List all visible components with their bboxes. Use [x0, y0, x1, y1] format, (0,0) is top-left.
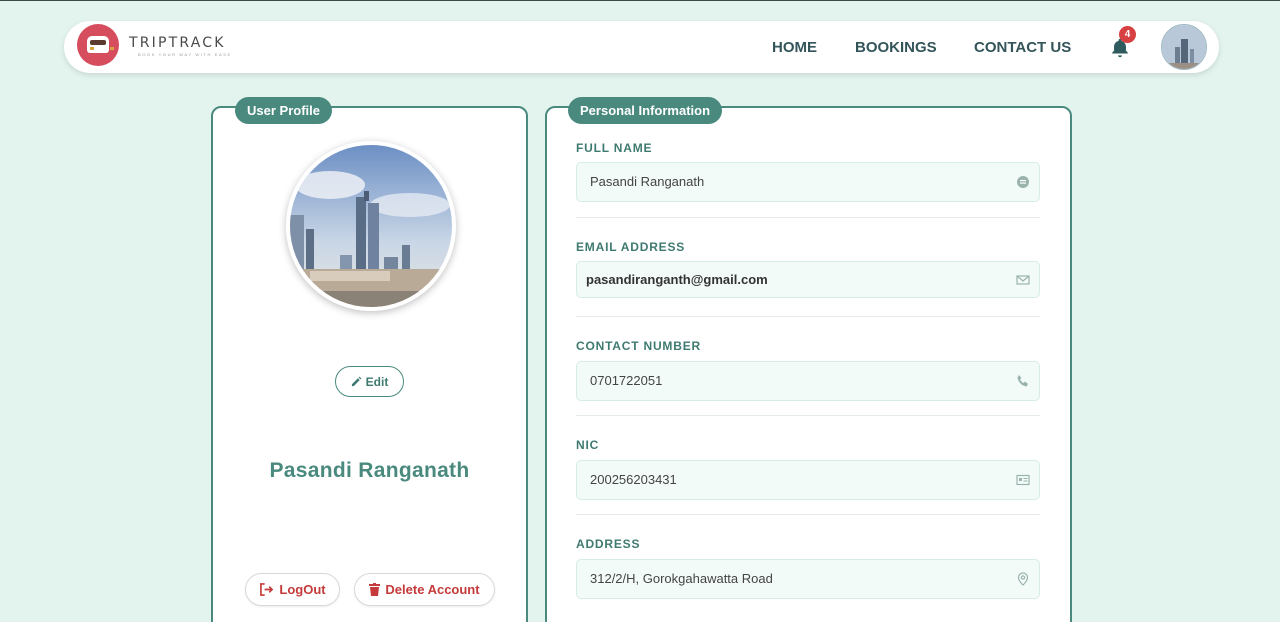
address-value: 312/2/H, Gorokgahawatta Road: [590, 571, 773, 586]
user-profile-tab: User Profile: [235, 97, 332, 124]
email-value: pasandiranganth@gmail.com: [586, 272, 768, 287]
nic-value: 200256203431: [590, 472, 677, 487]
logout-label: LogOut: [279, 582, 326, 597]
id-badge-icon: [1017, 176, 1029, 188]
email-label: EMAIL ADDRESS: [576, 240, 686, 254]
contact-number-value: 0701722051: [590, 373, 663, 388]
contact-number-label: CONTACT NUMBER: [576, 339, 701, 353]
field-divider: [576, 217, 1040, 218]
nic-field[interactable]: 200256203431: [576, 460, 1040, 500]
full-name-field[interactable]: Pasandi Ranganath: [576, 162, 1040, 202]
logo-bus-icon[interactable]: [77, 24, 119, 66]
nav-bookings-link[interactable]: BOOKINGS: [855, 39, 937, 56]
id-card-icon: [1016, 474, 1030, 486]
address-label: ADDRESS: [576, 537, 641, 551]
edit-profile-button[interactable]: Edit: [335, 366, 404, 397]
logout-button[interactable]: LogOut: [245, 573, 340, 606]
personal-info-tab: Personal Information: [568, 97, 723, 124]
avatar[interactable]: [1161, 24, 1207, 70]
envelope-icon: [1016, 274, 1030, 285]
email-field[interactable]: pasandiranganth@gmail.com: [576, 261, 1040, 298]
location-pin-icon: [1017, 572, 1029, 586]
full-name-value: Pasandi Ranganath: [590, 174, 705, 189]
field-divider: [576, 316, 1040, 317]
profile-photo: [286, 141, 456, 311]
full-name-label: FULL NAME: [576, 141, 653, 155]
delete-account-button[interactable]: Delete Account: [354, 573, 495, 606]
delete-account-label: Delete Account: [385, 582, 480, 597]
profile-name: Pasandi Ranganath: [269, 459, 470, 482]
brand-name[interactable]: TRIPTRACK: [129, 35, 226, 51]
logout-icon: [260, 583, 274, 596]
nav-contact-link[interactable]: CONTACT US: [974, 39, 1071, 56]
top-navbar: TRIPTRACK BOOK YOUR WAY WITH EASE HOME B…: [64, 21, 1219, 73]
contact-number-field[interactable]: 0701722051: [576, 361, 1040, 401]
nav-home-link[interactable]: HOME: [772, 39, 817, 56]
edit-button-label: Edit: [365, 374, 389, 389]
nic-label: NIC: [576, 438, 600, 452]
notification-count-badge: 4: [1119, 26, 1136, 43]
phone-icon: [1017, 375, 1028, 387]
pencil-icon: [351, 376, 362, 387]
field-divider: [576, 514, 1040, 515]
address-field[interactable]: 312/2/H, Gorokgahawatta Road: [576, 559, 1040, 599]
trash-icon: [369, 583, 381, 596]
field-divider: [576, 415, 1040, 416]
brand-tagline: BOOK YOUR WAY WITH EASE: [138, 52, 232, 57]
